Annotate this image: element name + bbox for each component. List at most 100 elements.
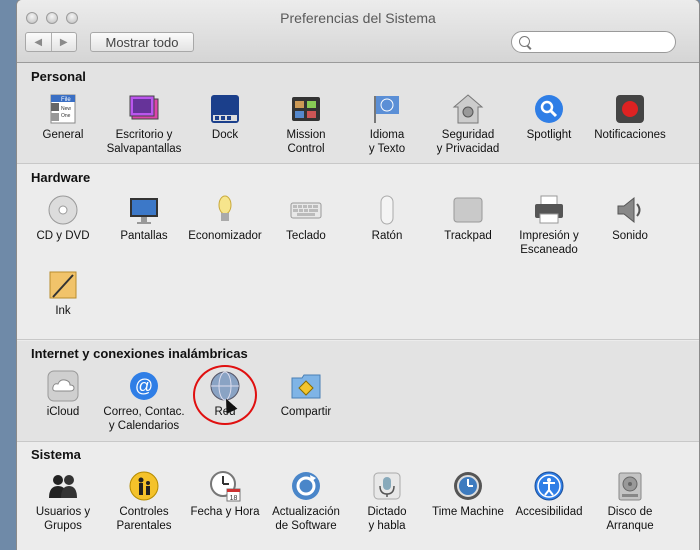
date-time-icon: 18 <box>209 470 241 502</box>
pref-ink[interactable]: Ink <box>21 269 105 318</box>
sharing-icon <box>290 370 322 402</box>
pref-label: Economizador <box>188 230 262 242</box>
section-title: Sistema <box>31 447 81 462</box>
time-machine-icon <box>452 470 484 502</box>
pref-label: Dictado y habla <box>367 506 407 532</box>
red-circle-annotation <box>193 365 257 425</box>
security-icon <box>452 93 484 125</box>
pref-displays[interactable]: Pantallas <box>102 194 186 243</box>
svg-text:@: @ <box>135 376 153 396</box>
sound-icon <box>614 194 646 226</box>
pref-cd-dvd[interactable]: CD y DVD <box>21 194 105 243</box>
pref-desktop[interactable]: Escritorio y Salvapantallas <box>102 93 186 156</box>
printer-icon <box>533 194 565 226</box>
pref-label: CD y DVD <box>36 230 90 242</box>
pref-label: Dock <box>211 129 239 141</box>
pref-icloud[interactable]: iCloud <box>21 370 105 419</box>
pref-printers[interactable]: Impresión y Escaneado <box>507 194 591 257</box>
window-title: Preferencias del Sistema <box>280 10 436 26</box>
startup-disk-icon <box>614 470 646 502</box>
pref-label: Correo, Contac. y Calendarios <box>103 406 185 432</box>
pref-security[interactable]: Seguridad y Privacidad <box>426 93 510 156</box>
pref-dock[interactable]: Dock <box>183 93 267 142</box>
icloud-icon <box>47 370 79 402</box>
language-icon <box>371 93 403 125</box>
pref-mouse[interactable]: Ratón <box>345 194 429 243</box>
pref-label: Escritorio y Salvapantallas <box>106 129 182 155</box>
pref-energy-saver[interactable]: Economizador <box>183 194 267 243</box>
section-title: Hardware <box>31 170 91 185</box>
pref-label: Actualización de Software <box>272 506 340 532</box>
pref-language[interactable]: Idioma y Texto <box>345 93 429 156</box>
show-all-button[interactable]: Mostrar todo <box>90 32 194 52</box>
pref-label: Ratón <box>371 230 403 242</box>
spotlight-icon <box>533 93 565 125</box>
pref-mission-control[interactable]: Mission Control <box>264 93 348 156</box>
svg-text:New: New <box>61 106 71 112</box>
pref-notifications[interactable]: Notificaciones <box>588 93 672 142</box>
pref-label: Mission Control <box>286 129 326 155</box>
nav-buttons: ◀ ▶ <box>25 32 77 52</box>
back-button[interactable]: ◀ <box>26 33 51 51</box>
keyboard-icon <box>290 194 322 226</box>
parental-controls-icon <box>128 470 160 502</box>
pref-label: Controles Parentales <box>116 506 172 532</box>
trackpad-icon <box>452 194 484 226</box>
section-title: Personal <box>31 69 86 84</box>
pref-users-groups[interactable]: Usuarios y Grupos <box>21 470 105 533</box>
pref-time-machine[interactable]: Time Machine <box>426 470 510 519</box>
pref-label: Accesibilidad <box>515 506 583 518</box>
general-icon: File New One <box>47 93 79 125</box>
pref-spotlight[interactable]: Spotlight <box>507 93 591 142</box>
pref-label: Disco de Arranque <box>606 506 654 532</box>
mission-control-icon <box>290 93 322 125</box>
software-update-icon <box>290 470 322 502</box>
svg-text:One: One <box>61 113 71 119</box>
pref-label: Fecha y Hora <box>190 506 260 518</box>
energy-saver-icon <box>209 194 241 226</box>
pref-label: Idioma y Texto <box>368 129 406 155</box>
search-field[interactable] <box>511 31 676 53</box>
mail-icon: @ <box>128 370 160 402</box>
pref-parental-controls[interactable]: Controles Parentales <box>102 470 186 533</box>
pref-sharing[interactable]: Compartir <box>264 370 348 419</box>
system-preferences-window: Preferencias del Sistema ◀ ▶ Mostrar tod… <box>17 0 699 550</box>
pref-label: Spotlight <box>526 129 572 141</box>
pref-label: Sonido <box>612 230 648 242</box>
pref-accessibility[interactable]: Accesibilidad <box>507 470 591 519</box>
pref-label: Usuarios y Grupos <box>35 506 91 532</box>
pref-dictation[interactable]: Dictado y habla <box>345 470 429 533</box>
section-hardware: Hardware <box>17 165 699 340</box>
pref-startup-disk[interactable]: Disco de Arranque <box>588 470 672 533</box>
users-icon <box>47 470 79 502</box>
svg-text:File: File <box>61 97 71 103</box>
pref-label: Compartir <box>280 406 332 418</box>
pref-keyboard[interactable]: Teclado <box>264 194 348 243</box>
pref-date-time[interactable]: 18 Fecha y Hora <box>183 470 267 519</box>
pref-mail-contacts[interactable]: @ Correo, Contac. y Calendarios <box>102 370 186 433</box>
forward-button[interactable]: ▶ <box>50 33 77 51</box>
mouse-icon <box>371 194 403 226</box>
notifications-icon <box>614 93 646 125</box>
accessibility-icon <box>533 470 565 502</box>
dictation-icon <box>371 470 403 502</box>
display-icon <box>128 194 160 226</box>
pref-label: Time Machine <box>432 506 504 518</box>
cd-dvd-icon <box>47 194 79 226</box>
pref-sound[interactable]: Sonido <box>588 194 672 243</box>
pref-label: Trackpad <box>444 230 492 242</box>
pref-trackpad[interactable]: Trackpad <box>426 194 510 243</box>
titlebar: Preferencias del Sistema ◀ ▶ Mostrar tod… <box>17 0 699 63</box>
pref-label: Ink <box>55 305 71 317</box>
search-icon <box>519 36 530 47</box>
pref-label: Teclado <box>286 230 326 242</box>
pref-label: Notificaciones <box>594 129 666 141</box>
dock-icon <box>209 93 241 125</box>
pref-label: Impresión y Escaneado <box>519 230 579 256</box>
pref-software-update[interactable]: Actualización de Software <box>264 470 348 533</box>
pref-label: Pantallas <box>120 230 168 242</box>
search-input[interactable] <box>534 34 673 52</box>
pref-general[interactable]: File New One General <box>21 93 105 142</box>
ink-icon <box>47 269 79 301</box>
pref-label: iCloud <box>46 406 80 418</box>
